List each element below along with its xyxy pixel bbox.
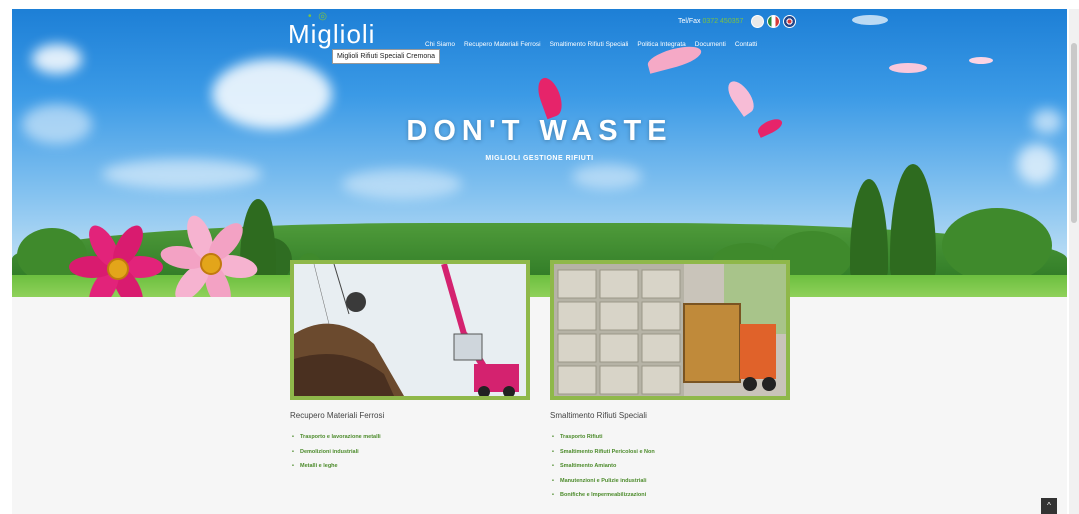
bush [942, 208, 1052, 283]
cloud [102, 159, 262, 189]
scrap-crane-illustration [294, 264, 526, 396]
list-item[interactable]: Manutenzioni e Pulizie industriali [550, 474, 655, 489]
list-item[interactable]: Bonifiche e Impermeabilizzazioni [550, 488, 655, 503]
list-item[interactable]: Smaltimento Amianto [550, 459, 655, 474]
waste-bales-illustration [554, 264, 786, 396]
list-item[interactable]: Trasporto e lavorazione metalli [290, 430, 381, 445]
list-item[interactable]: Trasporto Rifiuti [550, 430, 655, 445]
uk-flag-icon[interactable] [783, 15, 796, 28]
tree [850, 179, 888, 279]
chevron-up-icon[interactable]: ^ [1041, 498, 1057, 514]
cloud [572, 164, 642, 189]
list-item[interactable]: Smaltimento Rifiuti Pericolosi e Non [550, 445, 655, 460]
recupero-services-list: Trasporto e lavorazione metalli Demolizi… [290, 430, 381, 474]
page: • ◎ Miglioli Miglioli Rifiuti Speciali C… [12, 9, 1067, 514]
nav-contatti[interactable]: Contatti [735, 41, 757, 48]
cloud [1017, 144, 1057, 184]
nav-documenti[interactable]: Documenti [695, 41, 726, 48]
card-title-smaltimento[interactable]: Smaltimento Rifiuti Speciali [550, 411, 647, 420]
petal [889, 63, 927, 73]
language-switcher [751, 15, 796, 28]
cloud [342, 169, 462, 199]
nav-politica-integrata[interactable]: Politica Integrata [637, 41, 685, 48]
cloud [32, 44, 82, 74]
italy-flag-icon[interactable] [767, 15, 780, 28]
tree [890, 164, 936, 279]
petal [723, 77, 759, 117]
site-logo[interactable]: Miglioli [288, 19, 375, 50]
petal [852, 15, 888, 25]
list-item[interactable]: Metalli e leghe [290, 459, 381, 474]
petal [969, 57, 993, 64]
grass [12, 275, 1067, 297]
hero-headline: DON'T WASTE [406, 115, 673, 147]
phone-number[interactable]: 0372 450357 [703, 18, 744, 25]
list-item[interactable]: Demolizioni industriali [290, 445, 381, 460]
scrollbar-thumb[interactable] [1071, 43, 1077, 223]
smaltimento-services-list: Trasporto Rifiuti Smaltimento Rifiuti Pe… [550, 430, 655, 503]
nav-chi-siamo[interactable]: Chi Siamo [425, 41, 455, 48]
phone-contact: Tel/Fax 0372 450357 [678, 18, 743, 25]
card-title-recupero[interactable]: Recupero Materiali Ferrosi [290, 411, 384, 420]
page-scrollbar[interactable] [1069, 9, 1079, 514]
hero-banner: • ◎ Miglioli Miglioli Rifiuti Speciali C… [12, 9, 1067, 297]
smaltimento-image[interactable] [550, 260, 790, 400]
logo-tooltip: Miglioli Rifiuti Speciali Cremona [332, 49, 441, 64]
nav-smaltimento-rifiuti-speciali[interactable]: Smaltimento Rifiuti Speciali [550, 41, 629, 48]
nav-recupero-materiali-ferrosi[interactable]: Recupero Materiali Ferrosi [464, 41, 541, 48]
email-icon[interactable] [751, 15, 764, 28]
phone-label: Tel/Fax [678, 18, 701, 25]
recupero-image[interactable] [290, 260, 530, 400]
hero-subheadline: MIGLIOLI GESTIONE RIFIUTI [485, 155, 594, 162]
petal [533, 74, 567, 120]
main-nav: Chi Siamo Recupero Materiali Ferrosi Sma… [425, 41, 757, 48]
